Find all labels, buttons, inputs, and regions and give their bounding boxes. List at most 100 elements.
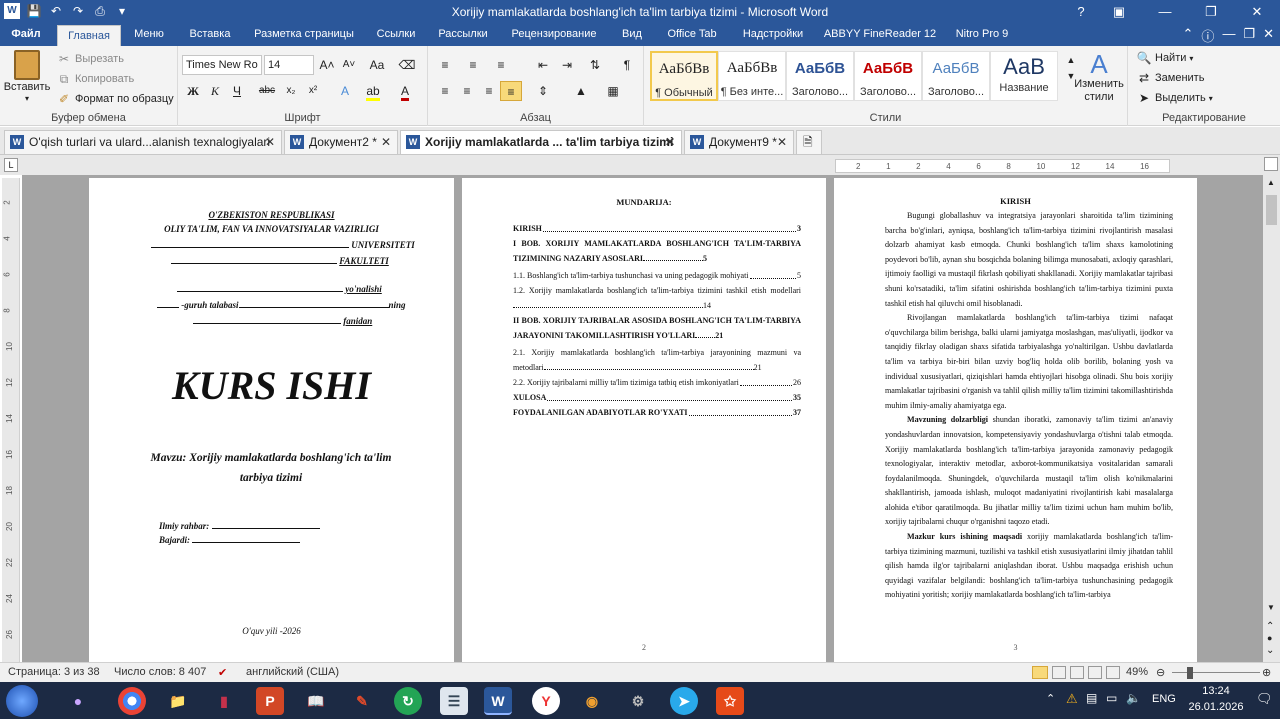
shrink-font-icon[interactable]: A˅ — [338, 55, 360, 75]
tab-selector-icon[interactable]: L — [4, 158, 18, 172]
notepad-icon[interactable]: ☰ — [440, 687, 468, 715]
notifications-icon[interactable]: 🗨 — [1256, 691, 1273, 707]
tab-nitro[interactable]: Nitro Pro 9 — [948, 24, 1016, 46]
tool-icon[interactable]: ⚙ — [624, 687, 652, 715]
page-3[interactable]: KIRISH Bugungi globallashuv va integrats… — [834, 178, 1197, 662]
tab-references[interactable]: Ссылки — [368, 24, 424, 46]
restore-button[interactable]: ❐ — [1188, 0, 1234, 24]
numbering-icon[interactable]: ≡ — [462, 55, 484, 75]
document-area[interactable]: O'ZBEKISTON RESPUBLIKASI OLIY TA'LIM, FA… — [22, 175, 1263, 662]
minimize-ribbon-icon[interactable]: ⌃ — [1183, 26, 1194, 45]
zoom-slider[interactable] — [1172, 672, 1260, 673]
folder-icon[interactable]: 📁 — [164, 687, 192, 715]
font-size-combo[interactable]: 14 — [264, 55, 314, 75]
help-icon[interactable]: ? — [1066, 0, 1096, 24]
show-hidden-icon[interactable]: ⌃ — [1046, 692, 1055, 705]
reader-icon[interactable]: 📖 — [302, 687, 330, 715]
shading-icon[interactable]: ▲ — [570, 81, 592, 101]
app-icon-orange[interactable]: ◉ — [578, 687, 606, 715]
app-icon-green[interactable]: ↻ — [394, 687, 422, 715]
doc-tab-active[interactable]: W Xorijiy mamlakatlarda ... ta'lim tarbi… — [400, 130, 682, 154]
style-heading-1[interactable]: АаБбВ Заголово... — [786, 51, 854, 101]
close-button[interactable]: ✕ — [1234, 0, 1280, 24]
align-center-icon[interactable]: ≡ — [456, 81, 478, 101]
tab-page-layout[interactable]: Разметка страницы — [248, 24, 360, 46]
powerpoint-icon[interactable]: P — [256, 687, 284, 715]
prev-page-icon[interactable]: ⌃ — [1266, 621, 1274, 632]
tab-addins[interactable]: Надстройки — [734, 24, 812, 46]
font-color-icon[interactable]: A — [394, 81, 416, 101]
intro-body[interactable]: Bugungi globallashuv va integratsiya jar… — [885, 209, 1173, 603]
browse-object-icon[interactable]: ● — [1267, 633, 1272, 643]
page-1[interactable]: O'ZBEKISTON RESPUBLIKASI OLIY TA'LIM, FA… — [89, 178, 454, 662]
paste-button[interactable]: Вставить ▾ — [4, 50, 50, 103]
sort-icon[interactable]: ⇅ — [584, 55, 606, 75]
next-page-icon[interactable]: ⌄ — [1266, 645, 1274, 656]
yandex-icon[interactable]: Y — [532, 687, 560, 715]
chrome-icon[interactable] — [118, 687, 146, 715]
new-tab-button[interactable]: 🗎 — [796, 130, 822, 154]
print-layout-icon[interactable] — [1032, 666, 1048, 679]
change-case-icon[interactable]: Aa — [366, 55, 388, 75]
cut-button[interactable]: ✂ Вырезать — [56, 51, 124, 67]
tab-insert[interactable]: Вставка — [180, 24, 240, 46]
toc-entry[interactable]: 1.2. Xorijiy mamlakatlarda boshlang'ich … — [513, 283, 801, 313]
strikethrough-icon[interactable]: abc — [256, 81, 278, 101]
scroll-down-icon[interactable]: ▼ — [1267, 603, 1275, 612]
multilevel-list-icon[interactable]: ≡ — [490, 55, 512, 75]
toc-entry[interactable]: 1.1. Boshlang'ich ta'lim-tarbiya tushunc… — [513, 268, 801, 283]
doc-tab-2[interactable]: W Документ2 * ✕ — [284, 130, 398, 154]
clock-date[interactable]: 26.01.2026 — [1186, 701, 1246, 713]
doc-close-icon[interactable]: ✕ — [1263, 26, 1274, 45]
start-button[interactable] — [6, 685, 38, 717]
line-spacing-icon[interactable]: ⇕ — [532, 81, 554, 101]
find-button[interactable]: 🔍 Найти ▾ — [1136, 50, 1194, 66]
doc-restore-icon[interactable]: ❐ — [1243, 26, 1255, 45]
word-count[interactable]: Число слов: 8 407 — [114, 666, 206, 678]
pdf-icon[interactable]: ✩ — [716, 687, 744, 715]
underline-icon[interactable]: Ч — [226, 81, 248, 101]
full-screen-icon[interactable] — [1052, 666, 1066, 679]
italic-icon[interactable]: К — [204, 81, 226, 101]
paint-icon[interactable]: ✎ — [348, 687, 376, 715]
battery-icon[interactable]: ▭ — [1106, 691, 1117, 705]
draft-icon[interactable] — [1106, 666, 1120, 679]
toc-entry[interactable]: II BOB. XORIJIY TAJRIBALAR ASOSIDA BOSHL… — [513, 313, 801, 343]
toc-entry[interactable]: I BOB. XORIJIY MAMLAKATLARDA BOSHLANG'IC… — [513, 236, 801, 266]
volume-icon[interactable]: 🔈 — [1126, 691, 1141, 705]
align-right-icon[interactable]: ≡ — [478, 81, 500, 101]
tab-abbyy[interactable]: ABBYY FineReader 12 — [822, 24, 938, 46]
bullets-icon[interactable]: ≡ — [434, 55, 456, 75]
format-painter-button[interactable]: ✐ Формат по образцу — [56, 91, 174, 107]
increase-indent-icon[interactable]: ⇥ — [556, 55, 578, 75]
view-ruler-icon[interactable] — [1264, 157, 1278, 171]
zoom-slider-thumb[interactable] — [1187, 667, 1193, 679]
style-heading-3[interactable]: АаБбВ Заголово... — [922, 51, 990, 101]
zoom-out-icon[interactable]: ⊖ — [1156, 666, 1165, 679]
copy-button[interactable]: ⧉ Копировать — [56, 71, 135, 87]
toc-entry[interactable]: 2.2. Xorijiy tajribalarni milliy ta'lim … — [513, 375, 801, 390]
vertical-scrollbar[interactable]: ▲ ▼ ⌃ ● ⌄ — [1263, 175, 1280, 662]
page-2[interactable]: MUNDARIJA: KIRISH 3 I BOB. XORIJIY MAMLAK… — [462, 178, 826, 662]
doc-tab-4[interactable]: W Документ9 * ✕ — [684, 130, 794, 154]
tab-file[interactable]: Файл — [0, 24, 52, 46]
tab-menu[interactable]: Меню — [125, 24, 173, 46]
style-title[interactable]: АаВ Название — [990, 51, 1058, 101]
outline-icon[interactable] — [1088, 666, 1102, 679]
media-icon[interactable]: ▮ — [210, 687, 238, 715]
close-tab-icon[interactable]: ✕ — [665, 131, 675, 153]
tab-home[interactable]: Главная — [57, 25, 121, 46]
toc-entry[interactable]: FOYDALANILGAN ADABIYOTLAR RO'YXATI 37 — [513, 405, 801, 420]
scrollbar-thumb[interactable] — [1266, 195, 1277, 225]
ribbon-display-icon[interactable]: ▣ — [1096, 0, 1142, 24]
zoom-level[interactable]: 49% — [1126, 666, 1148, 678]
tab-review[interactable]: Рецензирование — [502, 24, 606, 46]
select-button[interactable]: ➤ Выделить ▾ — [1136, 90, 1213, 106]
language-indicator[interactable]: ENG — [1152, 693, 1176, 705]
close-tab-icon[interactable]: ✕ — [381, 131, 391, 153]
help-icon[interactable]: ⓘ — [1201, 26, 1214, 45]
change-styles-button[interactable]: A Изменить стили — [1074, 50, 1124, 104]
superscript-icon[interactable]: x² — [302, 81, 324, 101]
tab-office-tab[interactable]: Office Tab — [660, 24, 724, 46]
doc-tab-1[interactable]: W O'qish turlari va ulard...alanish texn… — [4, 130, 282, 154]
